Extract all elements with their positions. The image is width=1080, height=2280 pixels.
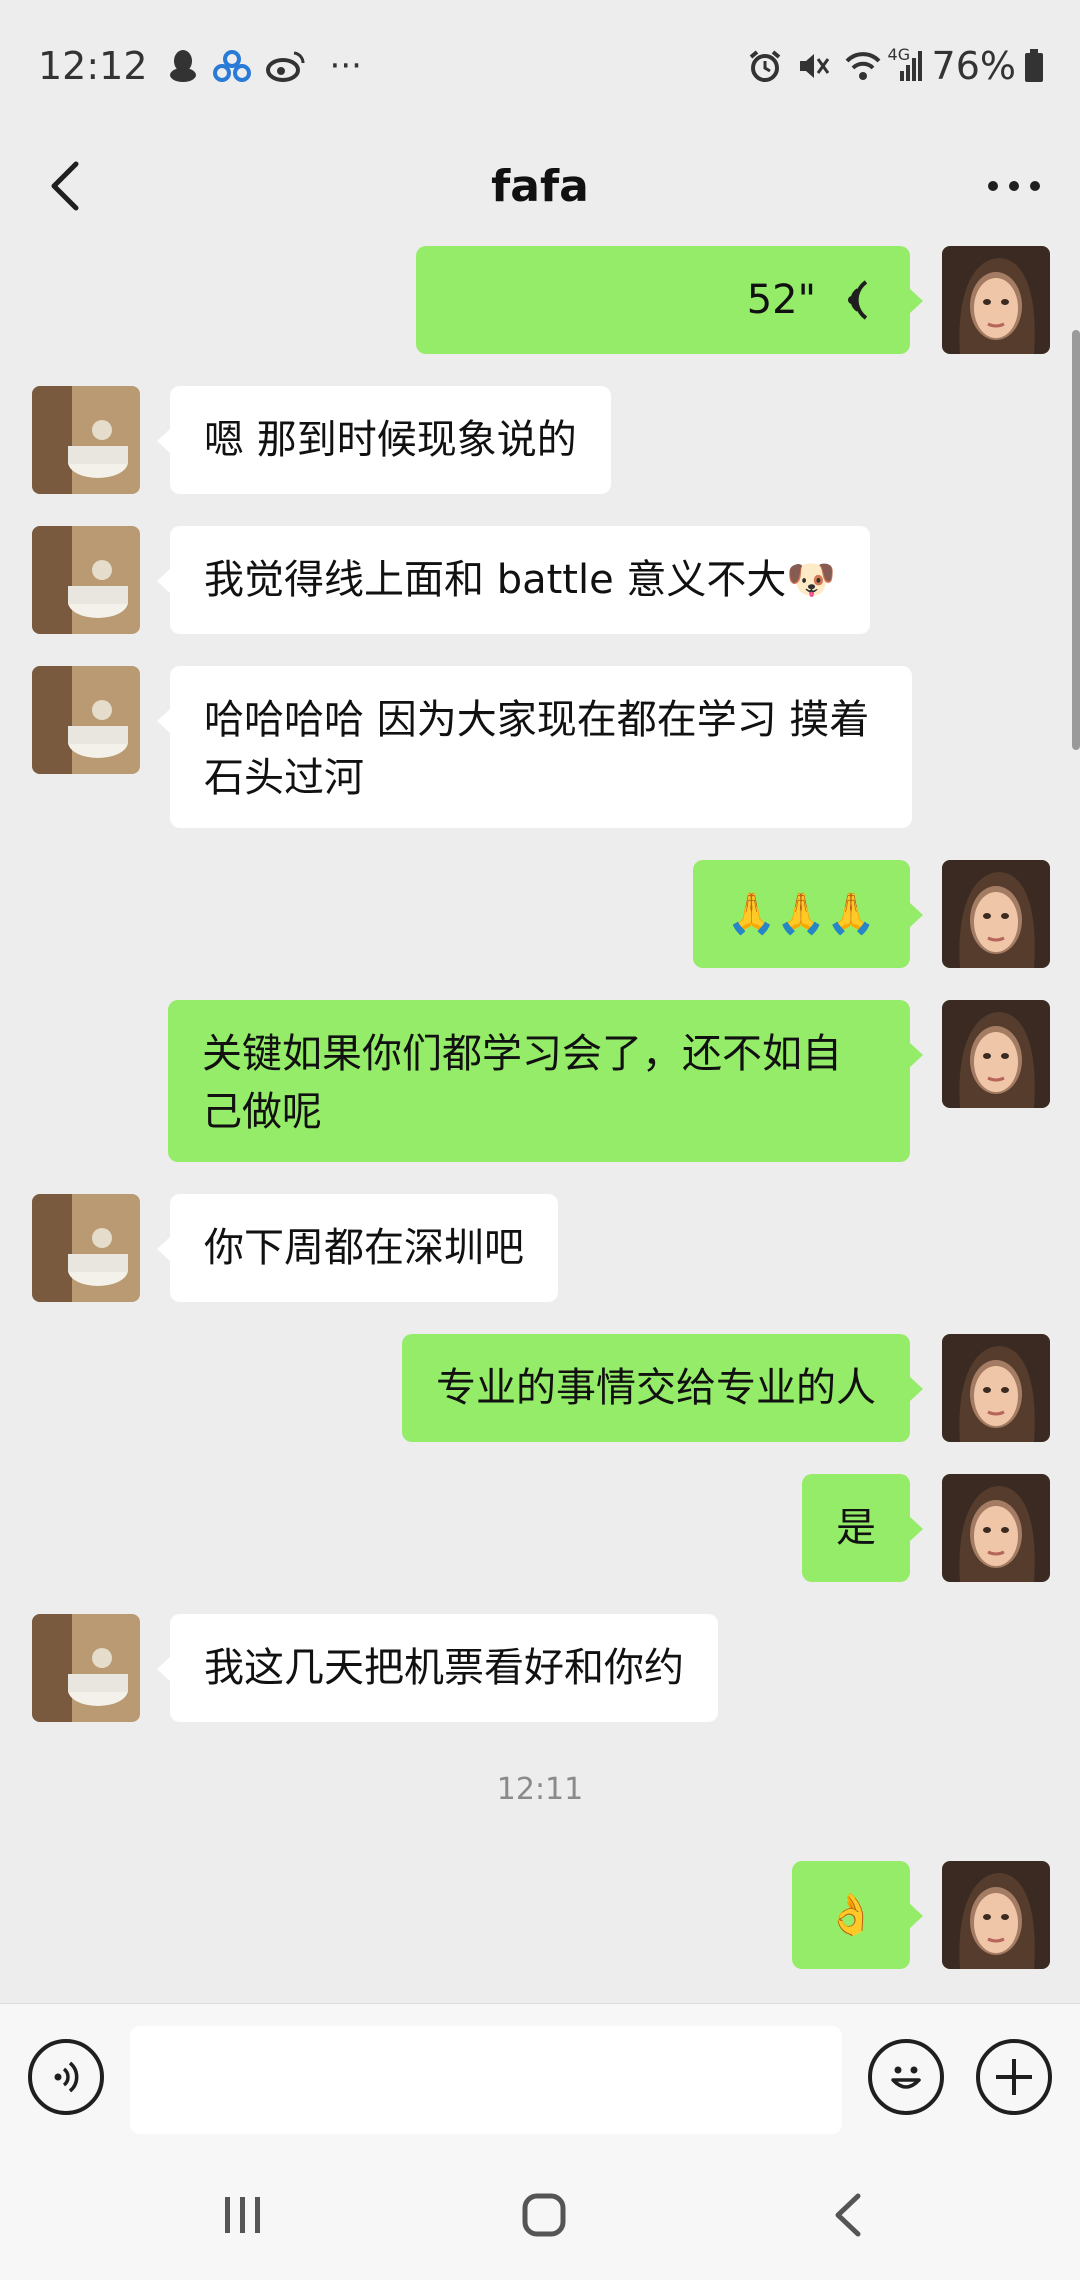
contact-avatar[interactable]: [32, 666, 140, 774]
network-type-label: 4G: [887, 45, 911, 64]
chat-header: fafa: [0, 132, 1080, 240]
message-bubble[interactable]: 🙏🙏🙏: [692, 860, 924, 968]
message-bubble[interactable]: 👌: [792, 1861, 923, 1969]
home-icon: [522, 2193, 566, 2237]
message-bubble[interactable]: 你下周都在深圳吧: [157, 1194, 558, 1302]
status-right: 4G 76%: [734, 44, 1044, 88]
input-bar: [0, 2003, 1080, 2149]
self-avatar[interactable]: [942, 1000, 1050, 1108]
more-dots-icon: [988, 181, 1040, 191]
plus-icon: [996, 2059, 1032, 2095]
battery-icon: [1024, 49, 1044, 83]
alarm-icon: [748, 49, 782, 83]
contact-avatar[interactable]: [32, 386, 140, 494]
message-row: 我觉得线上面和 battle 意义不大🐶: [0, 526, 1080, 634]
status-bar: 12:12 ··· 4G 76%: [0, 0, 1080, 132]
message-bubble[interactable]: 我这几天把机票看好和你约: [157, 1614, 718, 1722]
message-input[interactable]: [130, 2026, 842, 2134]
emoji-button[interactable]: [868, 2039, 944, 2115]
more-options-button[interactable]: [978, 150, 1050, 222]
message-bubble[interactable]: 哈哈哈哈 因为大家现在都在学习 摸着石头过河: [157, 666, 912, 828]
voice-duration: 52": [746, 277, 816, 323]
message-row: 专业的事情交给专业的人: [0, 1334, 1080, 1442]
weibo-icon: [265, 49, 306, 83]
message-row: 你下周都在深圳吧: [0, 1194, 1080, 1302]
status-left: 12:12 ···: [38, 44, 362, 88]
message-row: 我这几天把机票看好和你约: [0, 1614, 1080, 1722]
message-row: 哈哈哈哈 因为大家现在都在学习 摸着石头过河: [0, 666, 1080, 828]
wifi-icon: [844, 49, 882, 83]
self-avatar[interactable]: [942, 1334, 1050, 1442]
status-time: 12:12: [38, 44, 148, 88]
voice-message-bubble[interactable]: 52": [416, 246, 923, 354]
battery-percent: 76%: [931, 44, 1016, 88]
message-bubble[interactable]: 是: [802, 1474, 923, 1582]
smiley-icon: [891, 2066, 921, 2089]
system-nav-bar: [0, 2149, 1080, 2280]
doge-emoji: 🐶: [786, 557, 837, 603]
message-bubble[interactable]: 嗯 那到时候现象说的: [157, 386, 611, 494]
mute-icon: [796, 49, 830, 83]
qq-icon: [168, 49, 198, 83]
recent-apps-button[interactable]: [203, 2179, 283, 2251]
home-button[interactable]: [504, 2179, 584, 2251]
system-back-button[interactable]: [808, 2179, 888, 2251]
add-attachment-button[interactable]: [976, 2039, 1052, 2115]
message-row: 👌: [0, 1861, 1080, 1969]
message-row: 是: [0, 1474, 1080, 1582]
message-row: 🙏🙏🙏: [0, 860, 1080, 968]
message-text: 我觉得线上面和 battle 意义不大: [204, 557, 787, 603]
more-notifications-indicator: ···: [329, 46, 362, 86]
self-avatar[interactable]: [942, 246, 1050, 354]
contact-avatar[interactable]: [32, 1614, 140, 1722]
chat-timestamp: 12:11: [496, 1772, 584, 1807]
voice-wave-icon: [54, 2061, 79, 2093]
cellular-signal-icon: 4G: [888, 45, 922, 83]
back-button[interactable]: [30, 150, 102, 222]
message-bubble[interactable]: 我觉得线上面和 battle 意义不大🐶: [156, 526, 871, 634]
back-arrow-icon: [835, 2193, 861, 2237]
contact-avatar[interactable]: [32, 526, 140, 634]
voice-wave-icon: [848, 280, 868, 320]
message-bubble[interactable]: 专业的事情交给专业的人: [402, 1334, 923, 1442]
chevron-left-icon: [51, 161, 79, 211]
self-avatar[interactable]: [942, 1861, 1050, 1969]
recent-apps-icon: [225, 2197, 260, 2233]
message-bubble[interactable]: 关键如果你们都学习会了，还不如自己做呢: [168, 1000, 923, 1162]
self-avatar[interactable]: [942, 1474, 1050, 1582]
chat-title: fafa: [491, 160, 589, 212]
self-avatar[interactable]: [942, 860, 1050, 968]
voice-input-button[interactable]: [28, 2039, 104, 2115]
message-row: 嗯 那到时候现象说的: [0, 386, 1080, 494]
contact-avatar[interactable]: [32, 1194, 140, 1302]
cloud-app-icon: [212, 49, 252, 83]
message-row: 关键如果你们都学习会了，还不如自己做呢: [0, 1000, 1080, 1162]
message-row: 52": [0, 246, 1080, 354]
